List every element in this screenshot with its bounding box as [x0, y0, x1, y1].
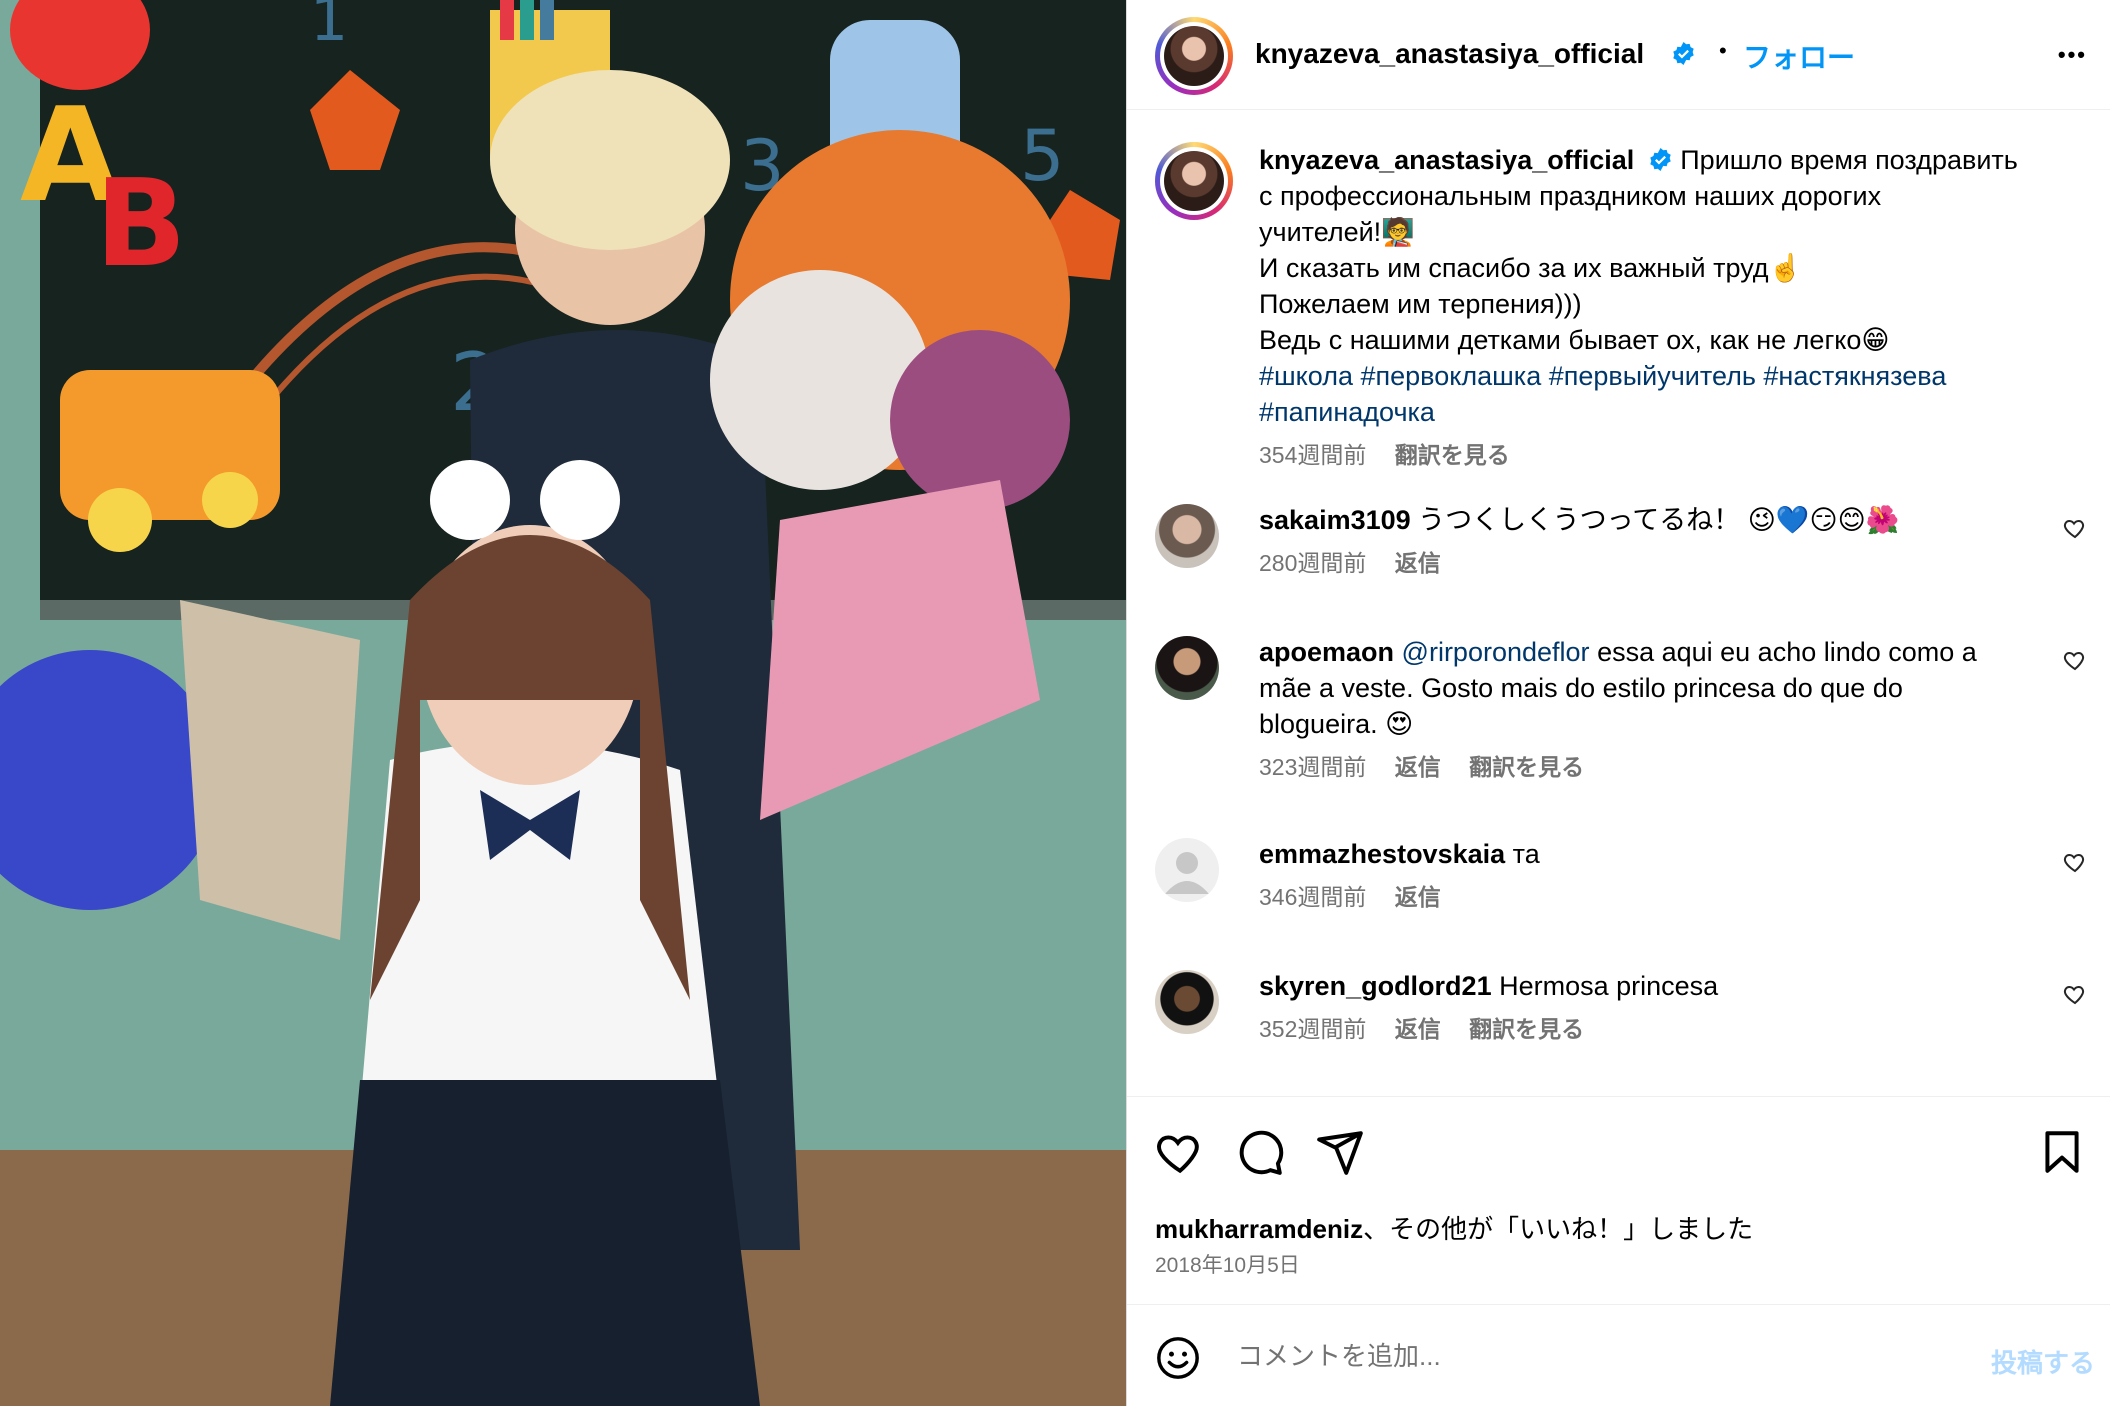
hashtag-link[interactable]: #школа — [1259, 361, 1353, 391]
hashtags: #школа #первоклашка #первыйучитель #наст… — [1259, 358, 2059, 430]
likes-suffix[interactable]: 、その他が「いいね！」しました — [1363, 1214, 1753, 1244]
translate-link[interactable]: 翻訳を見る — [1469, 754, 1584, 780]
instagram-post: 1 3 5 2 A B — [0, 0, 2110, 1406]
bookmark-icon[interactable] — [2037, 1127, 2087, 1177]
liker-username[interactable]: mukharramdeniz — [1155, 1214, 1363, 1244]
comment-body: Hermosa princesa — [1499, 971, 1719, 1001]
verified-badge-icon — [1673, 42, 1694, 65]
photo-illustration: 1 3 5 2 A B — [0, 0, 1126, 1406]
comment-text: sakaim3109 うつくしくうつってるね！ 😉💙😏😊🌺 280週間前 返信 — [1259, 502, 2019, 578]
caption-line: Пожелаем им терпения))) — [1259, 289, 1582, 319]
mention-link[interactable]: @rirporondeflor — [1402, 637, 1590, 667]
follow-button[interactable]: フォロー — [1743, 36, 1855, 76]
comment-meta: 352週間前 返信 翻訳を見る — [1259, 1014, 2019, 1044]
reply-button[interactable]: 返信 — [1395, 754, 1441, 780]
hashtag-link[interactable]: #настякнязева — [1763, 361, 1946, 391]
author-avatar[interactable] — [1155, 17, 1233, 95]
caption-time[interactable]: 354週間前 — [1259, 442, 1366, 468]
commenter-avatar[interactable] — [1155, 970, 1219, 1034]
svg-text:B: B — [95, 155, 186, 294]
comment-text: emmazhestovskaia та 346週間前 返信 — [1259, 836, 2019, 912]
header-separator: • — [1719, 38, 1727, 63]
post-header: knyazeva_anastasiya_official • フォロー ••• — [1127, 0, 2110, 110]
caption-line: Пришло время поздравить — [1680, 145, 2018, 175]
hashtag-link[interactable]: #первоклашка — [1361, 361, 1542, 391]
caption-text: knyazeva_anastasiya_official Пришло врем… — [1259, 142, 2059, 470]
commenter-username[interactable]: sakaim3109 — [1259, 505, 1411, 535]
heart-icon[interactable] — [2063, 648, 2087, 672]
more-icon[interactable]: ••• — [2058, 42, 2087, 68]
svg-text:5: 5 — [1020, 115, 1065, 197]
heart-icon[interactable] — [2063, 982, 2087, 1006]
comments-list[interactable]: knyazeva_anastasiya_official Пришло врем… — [1127, 110, 2110, 1096]
comment-icon[interactable] — [1235, 1127, 1285, 1177]
comment-time[interactable]: 323週間前 — [1259, 754, 1366, 780]
add-comment-bar: 投稿する — [1127, 1304, 2110, 1406]
post-comment-button[interactable]: 投稿する — [1991, 1343, 2095, 1380]
caption-meta: 354週間前 翻訳を見る — [1259, 440, 2059, 470]
hashtag-link[interactable]: #первыйучитель — [1549, 361, 1756, 391]
comment-text: apoemaon @rirporondeflor essa aqui eu ac… — [1259, 634, 2019, 782]
comment-time[interactable]: 280週間前 — [1259, 550, 1366, 576]
author-username[interactable]: knyazeva_anastasiya_official — [1255, 38, 1644, 70]
reply-button[interactable]: 返信 — [1395, 1016, 1441, 1042]
caption-line: учителей!🧑‍🏫 — [1259, 217, 1415, 247]
caption-line: И сказать им спасибо за их важный труд☝️ — [1259, 253, 1803, 283]
comment-meta: 323週間前 返信 翻訳を見る — [1259, 752, 2019, 782]
translate-link[interactable]: 翻訳を見る — [1395, 442, 1510, 468]
post-photo[interactable]: 1 3 5 2 A B — [0, 0, 1126, 1406]
caption-line: Ведь с нашими детками бывает ох, как не … — [1259, 325, 1890, 355]
reply-button[interactable]: 返信 — [1395, 550, 1441, 576]
comment-meta: 346週間前 返信 — [1259, 882, 2019, 912]
translate-link[interactable]: 翻訳を見る — [1469, 1016, 1584, 1042]
share-icon[interactable] — [1315, 1127, 1365, 1177]
verified-badge-icon — [1650, 148, 1671, 171]
comment-meta: 280週間前 返信 — [1259, 548, 2019, 578]
hashtag-link[interactable]: #папинадочка — [1259, 397, 1435, 427]
comment-body: та — [1512, 839, 1540, 869]
comment-body: うつくしくうつってるね！ 😉💙😏😊🌺 — [1418, 505, 1900, 535]
heart-icon[interactable] — [2063, 516, 2087, 540]
reply-button[interactable]: 返信 — [1395, 884, 1441, 910]
heart-icon[interactable] — [2063, 850, 2087, 874]
comment-time[interactable]: 352週間前 — [1259, 1016, 1366, 1042]
comment-input[interactable] — [1237, 1333, 1937, 1379]
heart-icon[interactable] — [1155, 1127, 1205, 1177]
comment-time[interactable]: 346週間前 — [1259, 884, 1366, 910]
default-avatar-icon — [1165, 852, 1209, 894]
commenter-avatar[interactable] — [1155, 504, 1219, 568]
emoji-icon[interactable] — [1155, 1335, 1201, 1381]
post-date[interactable]: 2018年10月5日 — [1155, 1249, 1300, 1279]
post-panel: knyazeva_anastasiya_official • フォロー ••• … — [1126, 0, 2110, 1406]
commenter-avatar[interactable] — [1155, 636, 1219, 700]
caption-line: с профессиональным праздником наших доро… — [1259, 181, 1882, 211]
commenter-username[interactable]: skyren_godlord21 — [1259, 971, 1492, 1001]
comment-text: skyren_godlord21 Hermosa princesa 352週間前… — [1259, 968, 2019, 1044]
commenter-avatar[interactable] — [1155, 838, 1219, 902]
commenter-username[interactable]: emmazhestovskaia — [1259, 839, 1505, 869]
likes-summary: mukharramdeniz、その他が「いいね！」しました — [1155, 1209, 1753, 1246]
caption-avatar[interactable] — [1155, 142, 1233, 220]
action-bar: mukharramdeniz、その他が「いいね！」しました 2018年10月5日 — [1127, 1096, 2110, 1304]
caption-username[interactable]: knyazeva_anastasiya_official — [1259, 145, 1634, 175]
commenter-username[interactable]: apoemaon — [1259, 637, 1394, 667]
svg-text:1: 1 — [310, 0, 348, 55]
